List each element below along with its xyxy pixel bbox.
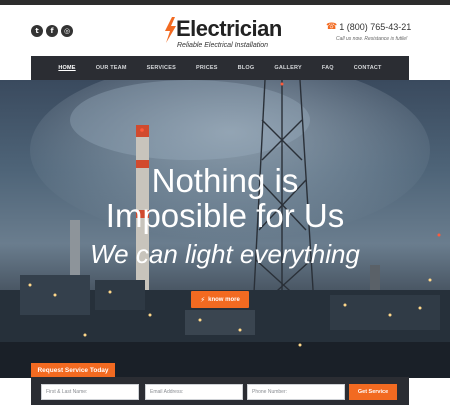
logo-tagline: Reliable Electrical Installation [177,42,269,49]
request-service-tab: Request Service Today [31,363,115,377]
main-nav: HOME OUR TEAM SERVICES PRICES BLOG GALLE… [31,56,409,80]
know-more-button[interactable]: ⚡ know more [191,291,249,308]
nav-item-home[interactable]: HOME [48,65,85,71]
hero-banner: Nothing is Imposible for Us We can light… [0,80,450,378]
nav-item-faq[interactable]: FAQ [312,65,344,71]
site-header: t f ◎ Electrician Reliable Electrical In… [0,5,450,63]
hero-subheadline: We can light everything [90,239,360,269]
nav-item-gallery[interactable]: GALLERY [264,65,311,71]
social-links: t f ◎ [31,25,73,37]
site-logo[interactable]: Electrician Reliable Electrical Installa… [163,16,283,50]
request-service-form: First & Last Name: Email Address: Phone … [31,377,409,405]
lightning-logo-icon [165,17,176,43]
hero-headline-line-2: Imposible for Us [105,197,345,234]
name-field[interactable]: First & Last Name: [41,384,139,400]
logo-brand-text: Electrician [176,16,282,41]
lightning-icon: ⚡ [200,295,206,304]
phone-note: Call us now. Resistance is futile! [336,36,408,42]
nav-item-prices[interactable]: PRICES [186,65,228,71]
facebook-icon[interactable]: f [46,25,58,37]
nav-item-blog[interactable]: BLOG [228,65,265,71]
phone-number: 1 (800) 765-43-21 [339,22,412,32]
name-field-placeholder: First & Last Name: [46,389,88,395]
nav-item-our-team[interactable]: OUR TEAM [86,65,137,71]
nav-item-services[interactable]: SERVICES [137,65,186,71]
phone-field[interactable]: Phone Number: [247,384,345,400]
phone-contact[interactable]: ☎ 1 (800) 765-43-21 [326,22,411,32]
phone-icon: ☎ [326,22,338,32]
get-service-button[interactable]: Get Service [349,384,397,400]
phone-field-placeholder: Phone Number: [252,389,288,395]
nav-item-contact[interactable]: CONTACT [344,65,392,71]
hero-headline-line-1: Nothing is [151,162,299,199]
know-more-label: know more [208,296,240,303]
instagram-icon[interactable]: ◎ [61,25,73,37]
twitter-icon[interactable]: t [31,25,43,37]
email-field-placeholder: Email Address: [150,389,184,395]
email-field[interactable]: Email Address: [145,384,243,400]
